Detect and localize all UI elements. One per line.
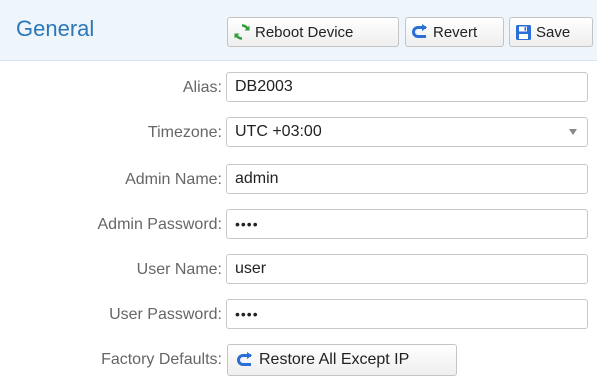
chevron-down-icon <box>569 129 577 135</box>
reboot-device-button[interactable]: Reboot Device <box>227 17 399 47</box>
floppy-disk-icon <box>515 24 532 41</box>
restore-all-except-ip-label: Restore All Except IP <box>259 351 410 368</box>
user-password-input[interactable] <box>226 299 588 329</box>
revert-icon <box>411 23 429 41</box>
factory-defaults-label: Factory Defaults: <box>101 351 222 368</box>
panel-title: General <box>16 16 95 41</box>
admin-password-input[interactable] <box>226 209 588 239</box>
general-settings-panel: General Reboot Device Revert Save Alias:… <box>0 0 597 385</box>
revert-icon <box>236 351 254 369</box>
save-label: Save <box>536 23 571 41</box>
alias-input[interactable] <box>226 72 588 102</box>
revert-label: Revert <box>433 23 478 41</box>
panel-header: General Reboot Device Revert Save <box>0 0 597 61</box>
user-password-label: User Password: <box>109 306 222 323</box>
save-button[interactable]: Save <box>509 17 593 47</box>
user-name-input[interactable] <box>226 254 588 284</box>
refresh-icon <box>233 23 251 41</box>
timezone-label: Timezone: <box>147 124 222 141</box>
admin-password-label: Admin Password: <box>97 216 223 233</box>
timezone-select[interactable]: UTC +03:00 <box>226 117 588 147</box>
alias-label: Alias: <box>182 79 222 96</box>
admin-name-label: Admin Name: <box>125 171 222 188</box>
admin-name-input[interactable] <box>226 164 588 194</box>
timezone-value: UTC +03:00 <box>235 123 322 140</box>
revert-button[interactable]: Revert <box>405 17 504 47</box>
user-name-label: User Name: <box>136 261 222 278</box>
restore-all-except-ip-button[interactable]: Restore All Except IP <box>227 344 457 376</box>
reboot-device-label: Reboot Device <box>255 23 354 41</box>
